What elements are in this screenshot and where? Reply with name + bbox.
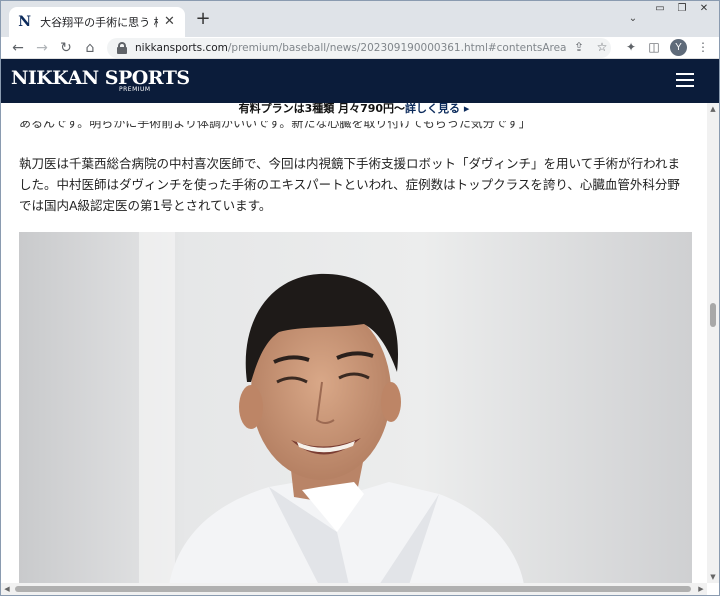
article-content: 有料プランは3種類 月々790円〜詳しく見る ▸ あるんです。明らかに手術前より… bbox=[1, 103, 707, 595]
partial-quote-text: あるんです。明らかに手術前より体調がいいです。新たな心臓を取り付けてもらった気分… bbox=[19, 116, 531, 130]
site-favicon-icon: N bbox=[18, 14, 31, 30]
url-text: nikkansports.com/premium/baseball/news/2… bbox=[135, 42, 567, 54]
promo-text: 有料プランは3種類 月々790円〜 bbox=[238, 103, 406, 115]
share-icon[interactable]: ⇪ bbox=[571, 39, 587, 55]
maximize-icon[interactable]: ❐ bbox=[673, 3, 691, 17]
lock-icon[interactable] bbox=[115, 41, 129, 55]
back-arrow-icon[interactable]: ← bbox=[9, 39, 27, 57]
minimize-icon[interactable]: ▭ bbox=[651, 3, 669, 17]
site-header: NIKKAN SPORTS PREMIUM bbox=[1, 59, 719, 103]
extensions-puzzle-icon[interactable]: ✦ bbox=[623, 39, 639, 55]
reload-icon[interactable]: ↻ bbox=[57, 39, 75, 57]
scroll-up-arrow-icon[interactable]: ▲ bbox=[707, 103, 719, 115]
article-paragraph: 執刀医は千葉西総合病院の中村喜次医師で、今回は内視鏡下手術支援ロボット「ダヴィン… bbox=[19, 156, 681, 213]
surgeon-portrait-image bbox=[19, 232, 692, 585]
article-photo-surgeon bbox=[19, 232, 692, 585]
home-icon[interactable]: ⌂ bbox=[81, 39, 99, 57]
site-logo-sub: PREMIUM bbox=[119, 86, 151, 93]
vertical-scrollbar[interactable]: ▲ ▼ bbox=[707, 103, 719, 583]
tab-close-icon[interactable]: ✕ bbox=[162, 14, 177, 30]
forward-arrow-icon[interactable]: → bbox=[33, 39, 51, 57]
browser-menu-kebab-icon[interactable]: ⋮ bbox=[695, 39, 711, 55]
site-logo[interactable]: NIKKAN SPORTS bbox=[11, 67, 190, 89]
browser-window: N 大谷翔平の手術に思う 松井秀喜の ✕ + ⌄ ▭ ❐ ✕ ← → ↻ ⌂ n… bbox=[0, 0, 720, 596]
window-close-icon[interactable]: ✕ bbox=[695, 3, 713, 17]
scroll-right-arrow-icon[interactable]: ▶ bbox=[695, 583, 707, 595]
bookmark-star-icon[interactable]: ☆ bbox=[594, 39, 610, 55]
browser-toolbar: ← → ↻ ⌂ nikkansports.com/premium/basebal… bbox=[1, 37, 719, 59]
address-bar[interactable]: nikkansports.com/premium/baseball/news/2… bbox=[107, 38, 611, 58]
profile-avatar[interactable]: Y bbox=[670, 39, 687, 56]
url-path: /premium/baseball/news/202309190000361.h… bbox=[227, 42, 567, 54]
horizontal-scrollbar[interactable]: ◀ ▶ bbox=[1, 583, 707, 595]
tab-search-chevron-down-icon[interactable]: ⌄ bbox=[625, 11, 641, 27]
url-host: nikkansports.com bbox=[135, 42, 228, 54]
vertical-scroll-thumb[interactable] bbox=[710, 303, 716, 327]
hamburger-menu-icon[interactable] bbox=[676, 73, 694, 87]
side-panel-icon[interactable]: ◫ bbox=[646, 39, 662, 55]
tab-title: 大谷翔平の手術に思う 松井秀喜の bbox=[40, 16, 158, 29]
browser-tab[interactable]: N 大谷翔平の手術に思う 松井秀喜の ✕ bbox=[9, 7, 185, 37]
subscription-promo-banner[interactable]: 有料プランは3種類 月々790円〜詳しく見る ▸ bbox=[1, 103, 707, 115]
promo-details-link[interactable]: 詳しく見る ▸ bbox=[405, 103, 469, 115]
horizontal-scroll-thumb[interactable] bbox=[15, 586, 691, 592]
new-tab-button[interactable]: + bbox=[193, 9, 213, 29]
scroll-down-arrow-icon[interactable]: ▼ bbox=[707, 571, 719, 583]
tab-strip: N 大谷翔平の手術に思う 松井秀喜の ✕ + ⌄ ▭ ❐ ✕ bbox=[1, 1, 719, 37]
scroll-left-arrow-icon[interactable]: ◀ bbox=[1, 583, 13, 595]
